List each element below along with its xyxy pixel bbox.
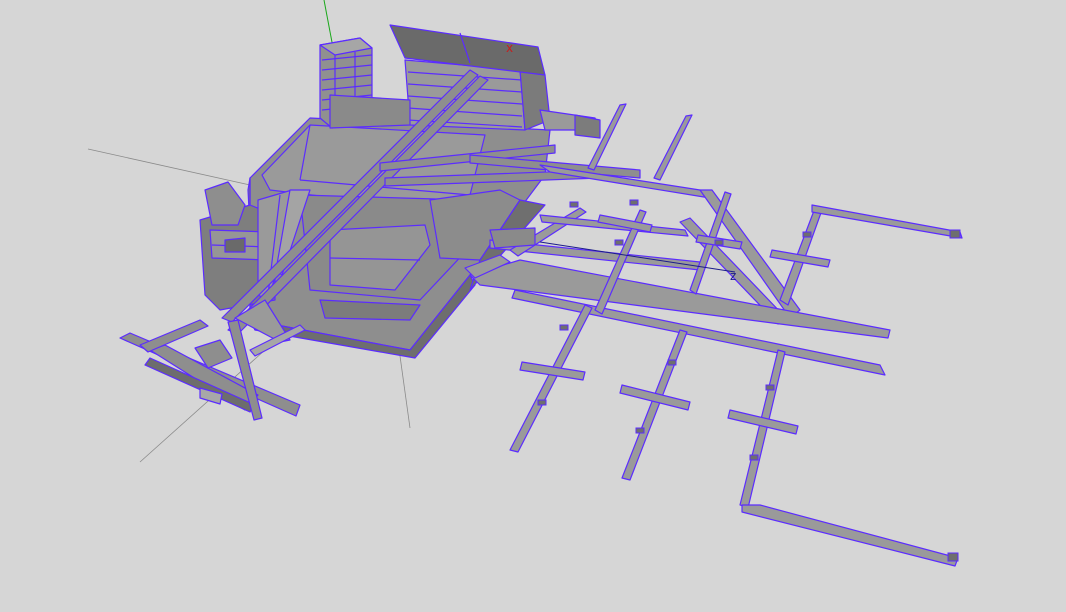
3d-viewport[interactable]: x z: [0, 0, 1066, 612]
z-axis-label: z: [730, 269, 736, 283]
x-axis-label: x: [506, 41, 513, 55]
guide-line-left: [87, 148, 251, 186]
scene-canvas[interactable]: x z: [0, 0, 1066, 612]
